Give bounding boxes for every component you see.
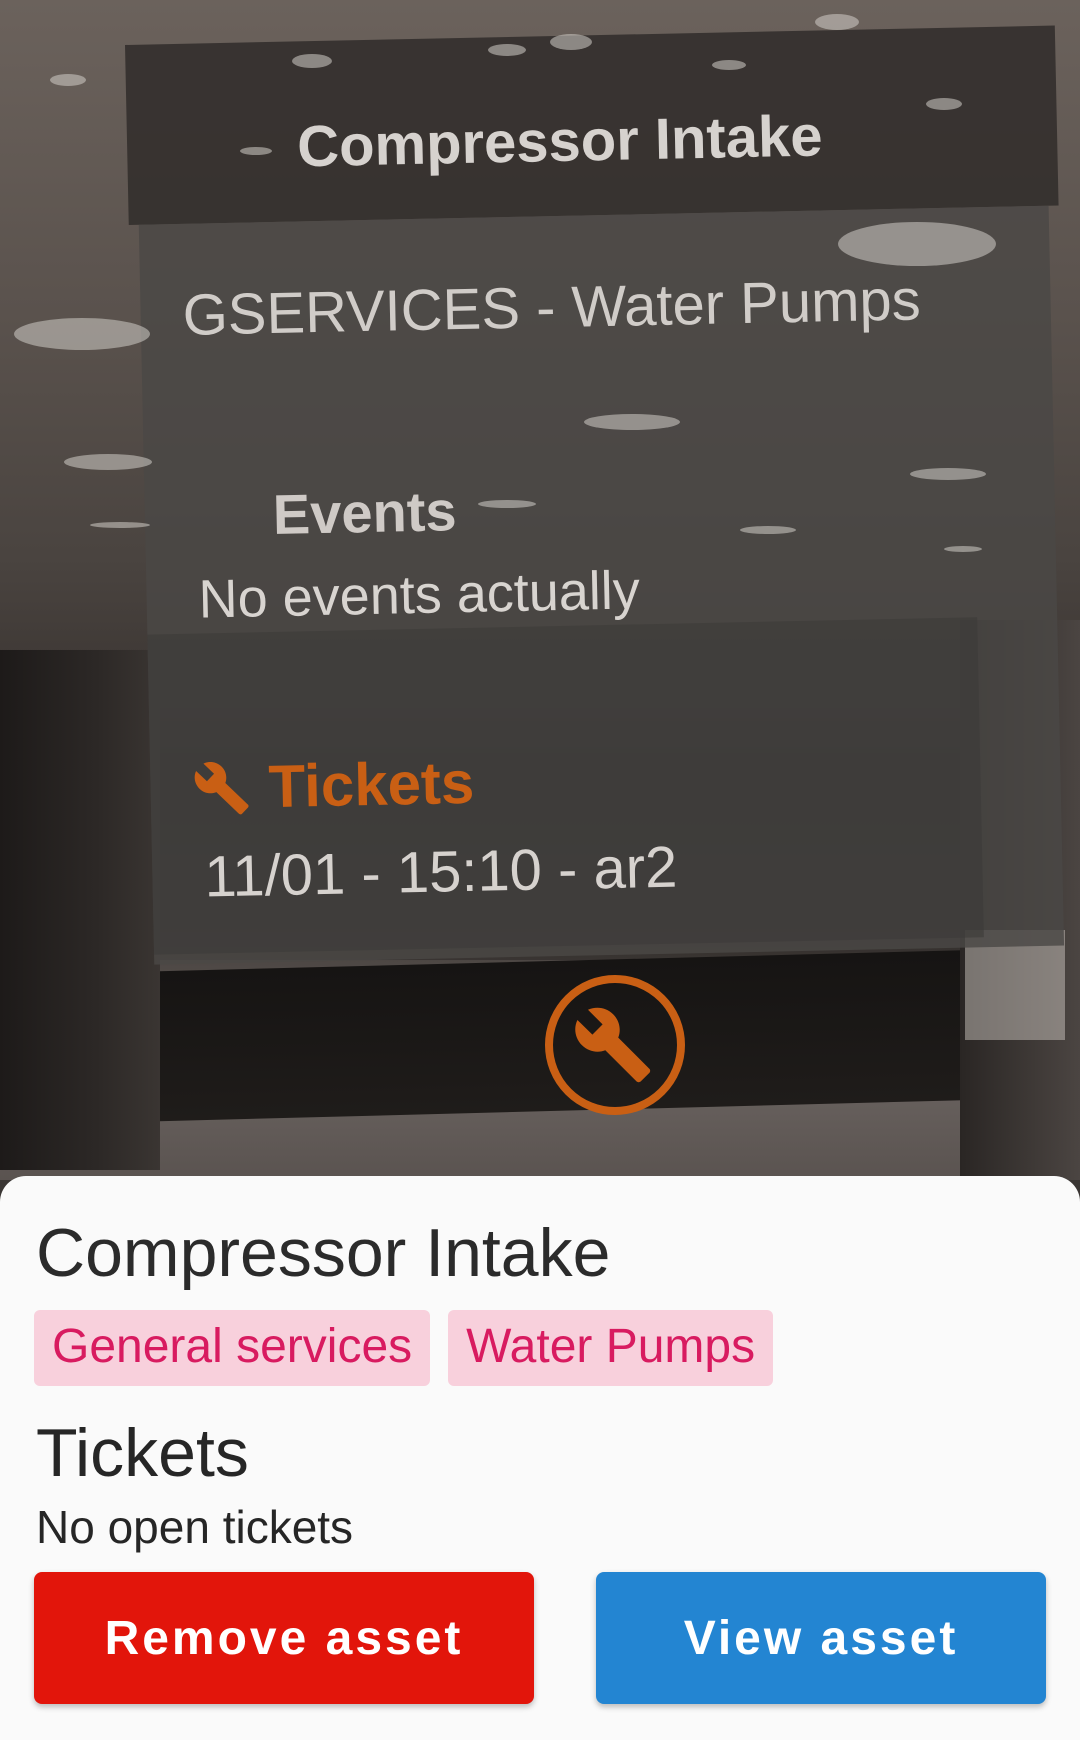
tag-chip[interactable]: General services xyxy=(34,1310,431,1386)
wrench-icon xyxy=(194,761,249,814)
wall-left xyxy=(0,650,160,1170)
remove-asset-button[interactable]: Remove asset xyxy=(34,1572,534,1704)
asset-title: Compressor Intake xyxy=(36,1215,611,1291)
ar-events-text: No events actually xyxy=(198,560,641,630)
tickets-empty-text: No open tickets xyxy=(36,1501,354,1553)
tag-chip[interactable]: Water Pumps xyxy=(448,1310,774,1386)
tickets-heading: Tickets xyxy=(36,1415,249,1491)
ar-tickets-label: Tickets xyxy=(267,748,475,821)
ar-events-heading: Events xyxy=(272,479,458,546)
ar-info-panel[interactable]: Compressor Intake GSERVICES - Water Pump… xyxy=(125,25,1074,965)
ar-ticket-entry: 11/01 - 15:10 - ar2 xyxy=(203,834,678,910)
asset-bottom-sheet: Compressor Intake General services Water… xyxy=(0,1176,1080,1740)
ar-tickets-heading: Tickets xyxy=(192,748,475,823)
camera-background: Compressor Intake GSERVICES - Water Pump… xyxy=(0,0,1080,1740)
view-asset-button[interactable]: View asset xyxy=(596,1572,1046,1704)
ar-marker-wrench-icon[interactable] xyxy=(540,970,690,1120)
asset-tags: General services Water Pumps xyxy=(34,1310,774,1386)
ar-asset-title: Compressor Intake xyxy=(296,103,824,180)
